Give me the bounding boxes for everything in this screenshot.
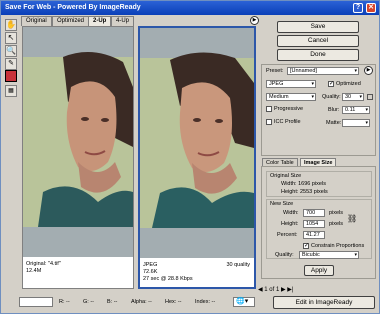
index-readout: Index: -- — [195, 299, 216, 305]
icc-profile-checkbox[interactable] — [266, 119, 272, 125]
percent-input[interactable]: 41.27 — [303, 231, 325, 239]
next-page-icon[interactable]: ▶ — [281, 287, 286, 293]
blur-value-input[interactable]: 0.11 — [342, 106, 370, 114]
resample-quality-label: Quality: — [275, 252, 294, 258]
quality-mask-icon[interactable] — [367, 94, 373, 100]
save-for-web-window: Save For Web - Powered By ImageReady ? ✕… — [0, 0, 380, 314]
quality-label: Quality: — [322, 94, 341, 100]
preset-label: Preset: — [266, 68, 284, 74]
tab-original[interactable]: Original — [21, 16, 52, 26]
optimized-label: Optimized — [336, 81, 361, 87]
edit-in-imageready-button[interactable]: Edit in ImageReady — [273, 296, 375, 309]
width-unit: pixels — [329, 210, 344, 216]
page-navigator: ◀ 1 of 1 ▶ ▶| — [258, 285, 293, 295]
optimized-image-pane[interactable]: JPEG 72.6K 27 sec @ 28.8 Kbps 30 quality — [138, 26, 256, 289]
original-image-pane[interactable]: Original: "4.tif" 12.4M — [22, 26, 134, 289]
optimized-quality: 30 quality — [226, 262, 250, 268]
progressive-checkbox[interactable] — [266, 106, 272, 112]
last-page-icon[interactable]: ▶| — [287, 287, 293, 293]
percent-label: Percent: — [277, 232, 298, 238]
settings-group: Preset: [Unnamed] ▶ JPEG ✓ Optimized Med… — [261, 64, 376, 156]
close-button[interactable]: ✕ — [366, 3, 376, 13]
width-label: Width: — [283, 210, 299, 216]
new-size-group: New Size Width: 700 pixels Height: 1054 … — [266, 199, 372, 259]
status-bar: R: -- G: -- B: -- Alpha: -- Hex: -- Inde… — [3, 296, 379, 312]
optimized-file-size: 72.6K — [143, 269, 158, 275]
image-size-panel: Original Size Width: 1696 pixels Height:… — [261, 166, 376, 279]
first-page-icon[interactable]: ◀ — [258, 287, 263, 293]
height-label: Height: — [281, 221, 299, 227]
height-input[interactable]: 1054 — [303, 220, 325, 228]
tab-2-up[interactable]: 2-Up — [88, 16, 112, 26]
settings-menu-arrow-icon[interactable]: ▶ — [364, 66, 373, 75]
alpha-readout: Alpha: -- — [131, 299, 152, 305]
format-select[interactable]: JPEG — [266, 80, 316, 88]
apply-button[interactable]: Apply — [304, 265, 334, 276]
hex-readout: Hex: -- — [165, 299, 182, 305]
constrain-proportions-checkbox[interactable]: ✓ — [303, 243, 309, 249]
original-height: Height: 2553 pixels — [281, 189, 328, 195]
view-options-arrow-icon[interactable]: ▶ — [250, 16, 259, 25]
cancel-button[interactable]: Cancel — [277, 35, 359, 47]
optimized-format: JPEG — [143, 262, 158, 268]
blur-label: Blur: — [328, 107, 340, 113]
toggle-slices-icon[interactable]: ▦ — [5, 85, 17, 97]
optimized-portrait-image — [140, 28, 254, 258]
new-size-title: New Size — [270, 201, 294, 207]
height-unit: pixels — [329, 221, 344, 227]
toolbox: ✋ ↖ 🔍 ✎ ▦ — [4, 19, 18, 101]
page-indicator: 1 of 1 — [264, 287, 280, 293]
icc-profile-label: ICC Profile — [274, 119, 301, 125]
tab-optimized[interactable]: Optimized — [52, 16, 90, 26]
preset-select[interactable]: [Unnamed] — [287, 67, 359, 75]
link-proportions-icon: ⛓ — [347, 214, 358, 223]
optimized-checkbox[interactable]: ✓ — [328, 81, 334, 87]
save-button[interactable]: Save — [277, 21, 359, 33]
zoom-tool-icon[interactable]: 🔍 — [5, 45, 17, 57]
matte-select[interactable] — [342, 119, 370, 127]
tab-4-up[interactable]: 4-Up — [111, 16, 135, 26]
eyedropper-color-swatch[interactable] — [5, 70, 17, 82]
resample-quality-select[interactable]: Bicubic — [299, 251, 359, 259]
window-title: Save For Web - Powered By ImageReady — [5, 4, 141, 11]
quality-level-select[interactable]: Medium — [266, 93, 316, 101]
progressive-label: Progressive — [274, 106, 304, 112]
matte-label: Matte: — [326, 120, 342, 126]
original-size-group: Original Size Width: 1696 pixels Height:… — [266, 171, 372, 197]
blue-readout: B: -- — [107, 299, 118, 305]
zoom-select[interactable] — [19, 297, 53, 307]
preview-in-browser-icon[interactable]: 🌐▾ — [233, 297, 255, 307]
eyedropper-tool-icon[interactable]: ✎ — [5, 58, 17, 70]
green-readout: G: -- — [83, 299, 94, 305]
slice-select-tool-icon[interactable]: ↖ — [5, 32, 17, 44]
constrain-proportions-label: Constrain Proportions — [311, 243, 365, 249]
done-button[interactable]: Done — [277, 49, 359, 61]
download-time: 27 sec @ 28.8 Kbps — [143, 276, 193, 282]
original-file-size: 12.4M — [26, 268, 42, 274]
width-input[interactable]: 700 — [303, 209, 325, 217]
hand-tool-icon[interactable]: ✋ — [5, 19, 17, 31]
original-width: Width: 1696 pixels — [281, 181, 326, 187]
original-size-title: Original Size — [270, 173, 302, 179]
title-bar[interactable]: Save For Web - Powered By ImageReady ? ✕ — [1, 1, 379, 15]
original-file-name: Original: "4.tif" — [26, 261, 61, 267]
red-readout: R: -- — [59, 299, 70, 305]
original-portrait-image — [23, 27, 133, 257]
help-button[interactable]: ? — [353, 3, 363, 13]
quality-value-input[interactable]: 30 — [342, 93, 364, 101]
